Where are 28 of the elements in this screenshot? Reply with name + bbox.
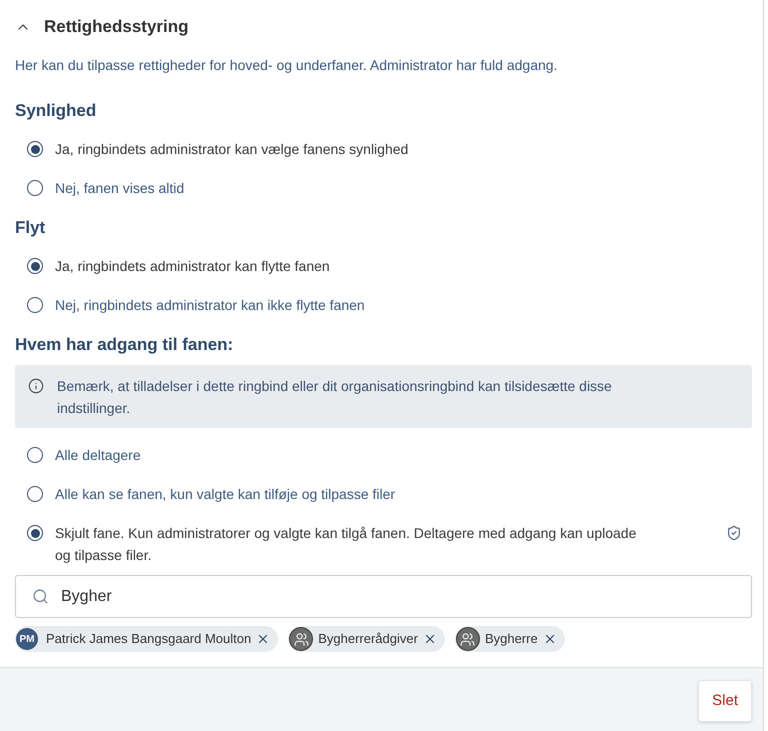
option-label: Nej, fanen vises altid — [55, 179, 184, 198]
option-label: Skjult fane. Kun administratorer og valgte kan tilgå fanen. Deltagere med adgang kan uploade og tilpasse filer. — [55, 524, 638, 565]
info-icon — [28, 378, 44, 394]
section-heading: Flyt — [15, 217, 46, 239]
radio-button[interactable] — [27, 447, 43, 463]
search-field[interactable]: Bygher — [15, 575, 752, 618]
chip-label: Bygherrerådgiver — [318, 630, 418, 648]
radio-button[interactable] — [27, 297, 43, 313]
option-label: Ja, ringbindets administrator kan vælge fanens synlighed — [55, 140, 408, 159]
radio-button[interactable] — [27, 141, 43, 157]
description-text: Her kan du tilpasse rettigheder for hoved- og underfaner. Administrator har fuld adgang. — [15, 56, 558, 75]
option-label: Alle kan se fanen, kun valgte kan tilføje og tilpasse filer — [55, 485, 396, 504]
chip-label: Bygherre — [484, 630, 538, 648]
section-heading: Hvem har adgang til fanen: — [15, 334, 234, 356]
option-label: Nej, ringbindets administrator kan ikke flytte fanen — [55, 296, 365, 315]
radio-button[interactable] — [27, 180, 43, 196]
radio-button[interactable] — [27, 525, 43, 541]
chip-label: Patrick James Bangsgaard Moulton — [46, 630, 252, 648]
section-title: Rettighedsstyring — [44, 16, 189, 38]
search-icon — [32, 588, 49, 605]
option-label: Alle deltagere — [55, 446, 141, 465]
delete-button[interactable]: Slet — [698, 680, 752, 722]
section-heading: Synlighed — [15, 100, 98, 122]
initials-avatar: PM — [16, 628, 38, 650]
option-label: Ja, ringbindets administrator kan flytte fanen — [55, 257, 330, 276]
radio-button[interactable] — [27, 486, 43, 502]
notice-text: Bemærk, at tilladelser i dette ringbind eller dit organisationsringbind kan tilsidesætte disse indstillinger. — [57, 377, 613, 418]
radio-button[interactable] — [27, 258, 43, 274]
